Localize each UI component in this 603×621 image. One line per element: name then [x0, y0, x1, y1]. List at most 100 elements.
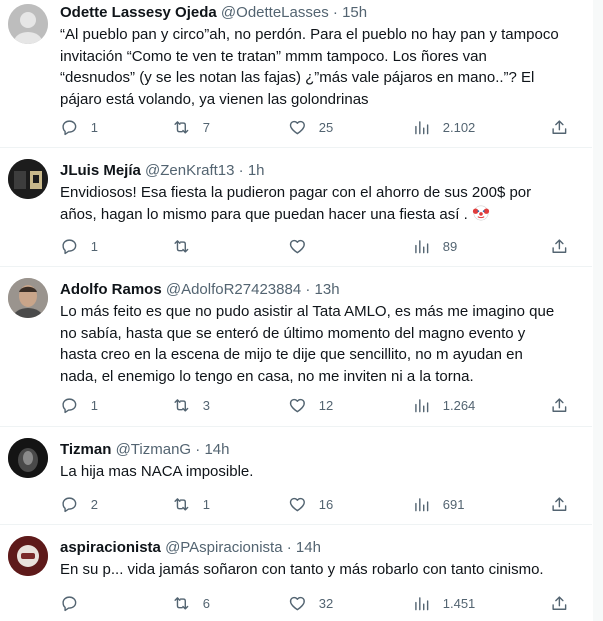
like-count: 16: [318, 496, 334, 512]
avatar-photo-icon: [8, 278, 48, 318]
display-name[interactable]: aspiracionista: [60, 539, 161, 556]
reply-count: 1: [90, 397, 98, 413]
tweet-header: aspiracionista @PAspiracionista · 14h: [60, 538, 321, 558]
reply-button[interactable]: 1: [60, 235, 98, 257]
timestamp[interactable]: 15h: [342, 4, 367, 21]
user-handle[interactable]: @PAspiracionista: [165, 539, 283, 556]
retweet-count: 1: [202, 496, 210, 512]
user-handle[interactable]: @TizmanG: [116, 441, 192, 458]
separator: ·: [332, 4, 338, 21]
retweet-button[interactable]: 1: [172, 493, 210, 515]
tweet[interactable]: Odette Lassesy Ojeda @OdetteLasses · 15h…: [0, 0, 592, 148]
like-button[interactable]: 12: [288, 394, 333, 416]
views-button[interactable]: 1.451: [412, 592, 475, 614]
tweet-text-line: Envidiosos! Esa fiesta la pudieron pagar…: [60, 184, 532, 201]
tweet-actions: 1 3 12 1.264: [52, 394, 580, 416]
tweet[interactable]: aspiracionista @PAspiracionista · 14h En…: [0, 526, 592, 621]
clown-face-icon: [472, 205, 490, 220]
reply-timeline: Odette Lassesy Ojeda @OdetteLasses · 15h…: [0, 0, 603, 621]
tweet-actions: 1 7 25 2.102: [52, 116, 580, 138]
tweet[interactable]: JLuis Mejía @ZenKraft13 · 1h Envidiosos!…: [0, 149, 592, 267]
tweet-text: Envidiosos! Esa fiesta la pudieron pagar…: [60, 182, 580, 225]
like-button[interactable]: 16: [288, 493, 333, 515]
like-button[interactable]: 25: [288, 116, 333, 138]
retweet-icon: [174, 120, 189, 134]
display-name[interactable]: Odette Lassesy Ojeda: [60, 4, 217, 21]
tweet-actions: 2 1 16 691: [52, 493, 580, 515]
reply-button[interactable]: [60, 592, 91, 614]
share-button[interactable]: [550, 493, 569, 515]
avatar[interactable]: [8, 159, 48, 199]
views-count: 1.451: [442, 595, 476, 611]
retweet-button[interactable]: 3: [172, 394, 210, 416]
retweet-button[interactable]: 7: [172, 116, 210, 138]
timestamp[interactable]: 1h: [248, 162, 265, 179]
tweet-header: Odette Lassesy Ojeda @OdetteLasses · 15h: [60, 3, 367, 23]
tweet-text-line: hasta creo en la escena de mijo te dije …: [60, 346, 523, 363]
avatar[interactable]: [8, 4, 48, 44]
display-name[interactable]: Adolfo Ramos: [60, 281, 162, 298]
tweet-text-line: invitación “Como te ven te tratan” mmm t…: [60, 47, 487, 65]
tweet-text: En su p... vida jamás soñaron con tanto …: [60, 559, 580, 581]
tweet-text-line: nada, el enemigo lo tengo en casa, no me…: [60, 367, 474, 385]
like-button[interactable]: [288, 235, 319, 257]
views-count: 89: [442, 238, 458, 254]
reply-count: 1: [90, 238, 98, 254]
reply-button[interactable]: 2: [60, 493, 98, 515]
tweet-text-line: pájaro está volando, ya vienen las golon…: [60, 90, 369, 108]
tweet[interactable]: Tizman @TizmanG · 14h La hija mas NACA i…: [0, 428, 592, 525]
avatar[interactable]: [8, 438, 48, 478]
retweet-count: 6: [202, 595, 210, 611]
tweet-text-line: En su p... vida jamás soñaron con tanto …: [60, 561, 544, 578]
display-name[interactable]: JLuis Mejía: [60, 162, 141, 179]
heart-icon: [289, 120, 305, 134]
user-handle[interactable]: @OdetteLasses: [221, 4, 329, 21]
timestamp[interactable]: 14h: [296, 539, 321, 556]
retweet-icon: [174, 596, 189, 610]
views-count: 691: [442, 496, 465, 512]
display-name[interactable]: Tizman: [60, 441, 111, 458]
scrollbar[interactable]: [593, 0, 603, 621]
timestamp[interactable]: 13h: [315, 281, 340, 298]
user-handle[interactable]: @AdolfoR27423884: [166, 281, 301, 298]
like-button[interactable]: 32: [288, 592, 333, 614]
avatar-photo-icon: [8, 438, 48, 478]
tweet-header: Adolfo Ramos @AdolfoR27423884 · 13h: [60, 280, 340, 300]
share-button[interactable]: [550, 235, 569, 257]
user-handle[interactable]: @ZenKraft13: [145, 162, 234, 179]
reply-button[interactable]: 1: [60, 394, 98, 416]
tweet-text-line: “Al pueblo pan y circo”ah, no perdón. Pa…: [60, 26, 559, 43]
retweet-icon: [174, 497, 189, 511]
views-button[interactable]: 2.102: [412, 116, 475, 138]
separator: ·: [238, 162, 244, 179]
avatar[interactable]: [8, 278, 48, 318]
tweet-text-line: años, hagan lo mismo para que puedan hac…: [60, 204, 580, 226]
separator: ·: [195, 441, 201, 458]
like-count: 12: [318, 397, 334, 413]
reply-icon: [62, 596, 77, 611]
timestamp[interactable]: 14h: [204, 441, 229, 458]
tweet[interactable]: Adolfo Ramos @AdolfoR27423884 · 13h Lo m…: [0, 268, 592, 427]
like-count: 32: [318, 595, 334, 611]
views-count: 2.102: [442, 119, 476, 135]
heart-icon: [289, 497, 305, 511]
views-button[interactable]: 1.264: [412, 394, 475, 416]
reply-button[interactable]: 1: [60, 116, 98, 138]
retweet-button[interactable]: 6: [172, 592, 210, 614]
tweet-header: Tizman @TizmanG · 14h: [60, 440, 229, 460]
tweet-actions: 6 32 1.451: [52, 592, 580, 614]
retweet-count: 3: [202, 397, 210, 413]
share-button[interactable]: [550, 394, 569, 416]
avatar[interactable]: [8, 536, 48, 576]
reply-icon: [62, 497, 77, 512]
share-button[interactable]: [550, 592, 569, 614]
share-icon: [552, 239, 567, 253]
retweet-button[interactable]: [172, 235, 203, 257]
views-count: 1.264: [442, 397, 476, 413]
share-button[interactable]: [550, 116, 569, 138]
retweet-icon: [174, 398, 189, 412]
views-button[interactable]: 89: [412, 235, 457, 257]
views-button[interactable]: 691: [412, 493, 464, 515]
views-icon: [415, 120, 429, 134]
share-icon: [552, 497, 567, 511]
